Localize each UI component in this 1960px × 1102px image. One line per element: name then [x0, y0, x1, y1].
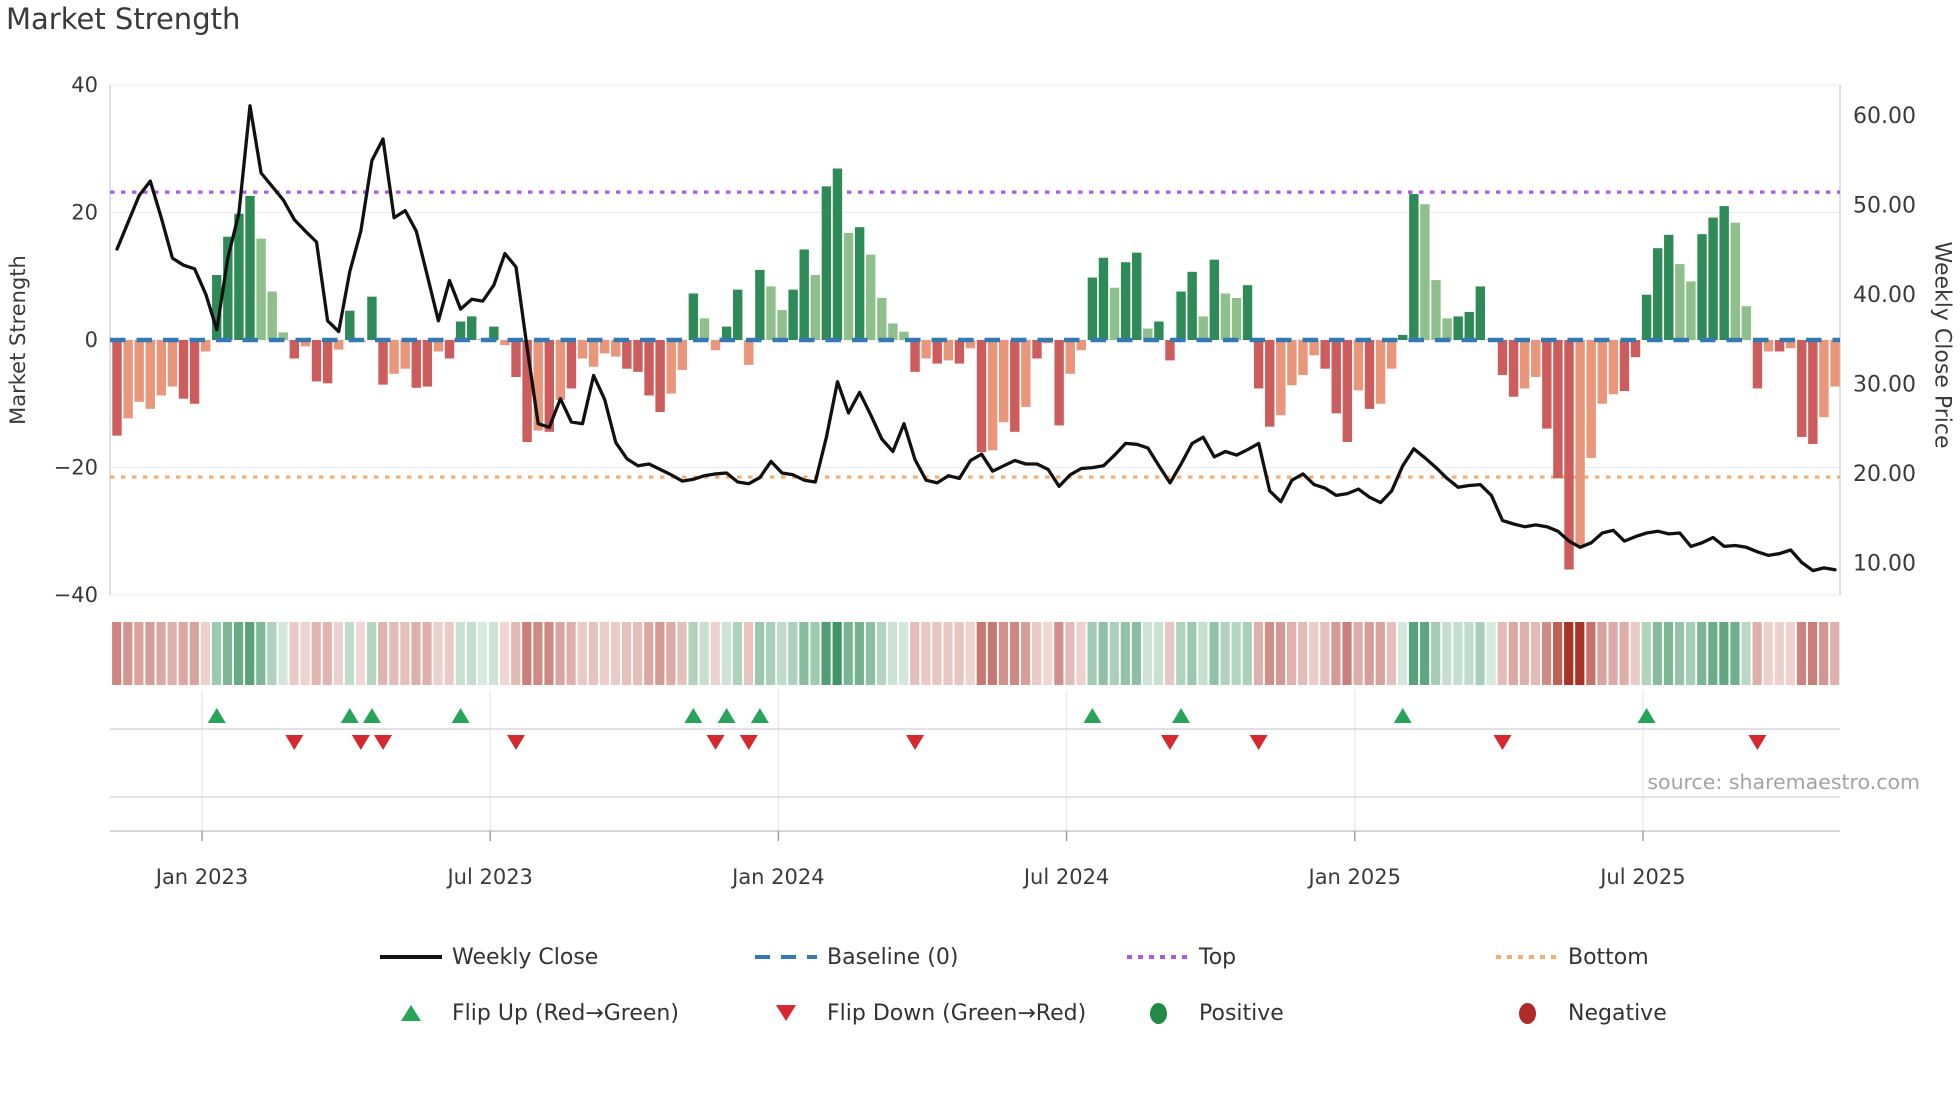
legend-label: Positive [1199, 1000, 1284, 1026]
legend-item-flip-up: Flip Up (Red→Green) [380, 1000, 679, 1026]
legend-item-top: Top [1127, 944, 1236, 970]
negative-circle-icon [1496, 1002, 1558, 1024]
bottom-dotted-icon [1496, 955, 1558, 959]
svg-text:Jan 2023: Jan 2023 [154, 865, 249, 889]
svg-text:40.00: 40.00 [1853, 283, 1916, 308]
legend-item-negative: Negative [1496, 1000, 1667, 1026]
legend-label: Bottom [1568, 944, 1649, 970]
market-strength-chart: Jan 2023 Jul 2023 Jan 2024 Jul 2024 Jan 2025… [54, 73, 1916, 889]
positive-circle-icon [1127, 1002, 1189, 1024]
top-dotted-icon [1127, 955, 1189, 959]
svg-text:20: 20 [71, 201, 98, 225]
legend-label: Flip Up (Red→Green) [452, 1000, 679, 1026]
legend-label: Flip Down (Green→Red) [827, 1000, 1087, 1026]
flip-down-triangle-icon [755, 1005, 817, 1021]
source-attribution: source: sharemaestro.com [1647, 770, 1920, 794]
legend-label: Baseline (0) [827, 944, 959, 970]
svg-text:50.00: 50.00 [1853, 193, 1916, 218]
svg-text:10.00: 10.00 [1853, 552, 1916, 577]
left-axis-label: Market Strength [6, 255, 30, 425]
svg-text:−40: −40 [54, 583, 98, 607]
legend-item-baseline: Baseline (0) [755, 944, 958, 970]
svg-text:Jul 2024: Jul 2024 [1022, 865, 1109, 889]
page-title: Market Strength [6, 2, 241, 36]
svg-text:−20: −20 [54, 456, 98, 480]
legend-label: Weekly Close [452, 944, 599, 970]
market-strength-page: Jan 2023 Jul 2023 Jan 2024 Jul 2024 Jan 2025… [0, 0, 1960, 1102]
svg-text:40: 40 [71, 73, 98, 97]
baseline-dash-icon [755, 955, 817, 959]
legend-label: Negative [1568, 1000, 1667, 1026]
legend-item-bottom: Bottom [1496, 944, 1649, 970]
right-axis-label: Weekly Close Price [1929, 241, 1955, 449]
svg-text:Jul 2025: Jul 2025 [1598, 865, 1685, 889]
svg-text:20.00: 20.00 [1853, 462, 1916, 487]
legend-item-flip-down: Flip Down (Green→Red) [755, 1000, 1086, 1026]
svg-text:60.00: 60.00 [1853, 104, 1916, 129]
legend-label: Top [1199, 944, 1237, 970]
svg-text:0: 0 [85, 328, 98, 352]
svg-text:Jan 2025: Jan 2025 [1307, 865, 1402, 889]
svg-text:30.00: 30.00 [1853, 372, 1916, 397]
legend-item-positive: Positive [1127, 1000, 1284, 1026]
svg-text:Jan 2024: Jan 2024 [730, 865, 825, 889]
weekly-close-line-icon [380, 955, 442, 959]
legend-item-weekly-close: Weekly Close [380, 944, 598, 970]
flip-up-triangle-icon [380, 1005, 442, 1021]
svg-text:Jul 2023: Jul 2023 [445, 865, 532, 889]
